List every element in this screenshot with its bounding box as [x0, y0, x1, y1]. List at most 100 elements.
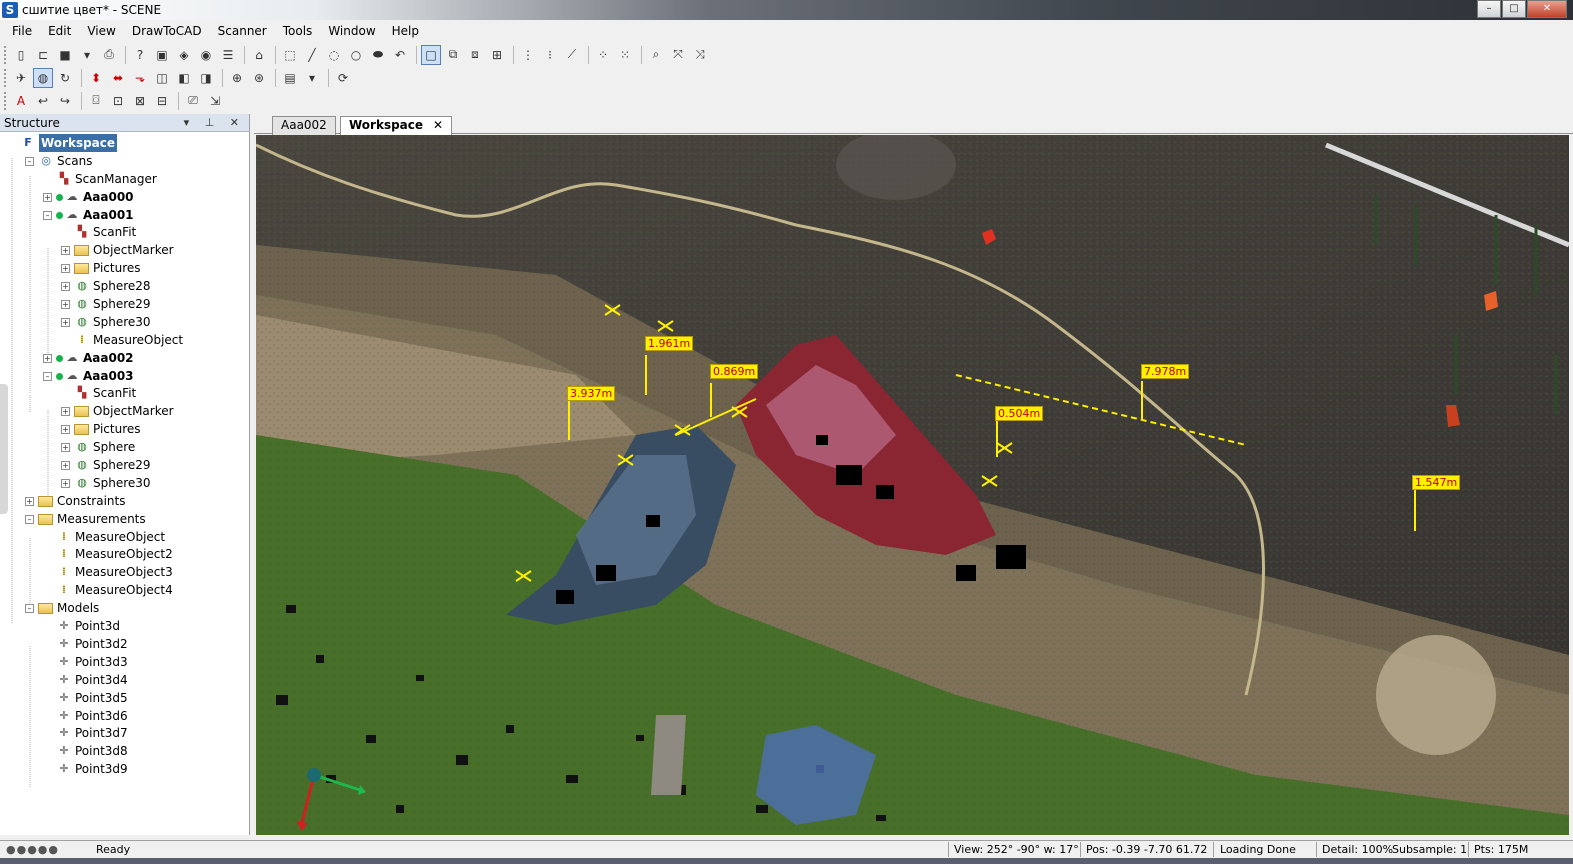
step-forward-icon[interactable]: ↪ — [55, 91, 75, 111]
refresh-icon[interactable]: ⟳ — [333, 68, 353, 88]
tree-item-point3d[interactable]: ✛ Point3d9 — [0, 760, 249, 778]
image-view-icon[interactable]: ▣ — [152, 45, 172, 65]
expand-icon[interactable]: + — [43, 192, 52, 202]
expand-icon[interactable]: + — [61, 246, 70, 256]
menu-scanner[interactable]: Scanner — [210, 21, 275, 42]
menu-help[interactable]: Help — [384, 21, 427, 42]
expand-icon[interactable]: + — [61, 425, 70, 435]
collapse-icon[interactable]: – — [43, 371, 52, 381]
tree-item-measureobject[interactable]: ⁞ MeasureObject4 — [0, 581, 249, 599]
picture-search-icon[interactable]: ⊟ — [152, 91, 172, 111]
save-dropdown-icon[interactable]: ▾ — [77, 45, 97, 65]
walk-icon[interactable]: ↻ — [55, 68, 75, 88]
tree-item-measureobject[interactable]: ⁞ MeasureObject — [0, 528, 249, 546]
eye-icon[interactable]: ◉ — [196, 45, 216, 65]
measurement-label[interactable]: 0.504m — [995, 406, 1044, 421]
rect-select-icon[interactable]: ⬚ — [280, 45, 300, 65]
picture-icon[interactable]: ⊡ — [108, 91, 128, 111]
collapse-icon[interactable]: – — [43, 210, 52, 220]
toolbar-grip[interactable] — [4, 68, 7, 87]
tree-item-point3d[interactable]: ✛ Point3d2 — [0, 635, 249, 653]
print-icon[interactable]: ⎙ — [99, 45, 119, 65]
align-right-icon[interactable]: ⁝ — [540, 45, 560, 65]
align-icon[interactable]: ⋮ — [518, 45, 538, 65]
tree-item-point3d[interactable]: ✛ Point3d6 — [0, 707, 249, 725]
measure-icon[interactable]: ⟋ — [562, 45, 582, 65]
collapse-icon[interactable]: – — [25, 514, 34, 524]
tab-workspace[interactable]: Workspace ✕ — [340, 116, 453, 136]
layers-dropdown-icon[interactable]: ▾ — [302, 68, 322, 88]
expand-icon[interactable]: + — [43, 353, 52, 363]
camera-icon[interactable]: ⌼ — [86, 91, 106, 111]
single-view-icon[interactable]: □ — [421, 44, 441, 65]
tree-item-constraints[interactable]: + Constraints — [0, 492, 249, 510]
export-icon[interactable]: ⇲ — [205, 91, 225, 111]
tree-item-scanmanager[interactable]: ▚ ScanManager — [0, 170, 249, 188]
measurement-label[interactable]: 1.961m — [645, 336, 694, 351]
expand-icon[interactable]: + — [61, 407, 70, 417]
tab-aaa002[interactable]: Aaa002 — [272, 116, 336, 135]
list-icon[interactable]: ☰ — [218, 45, 238, 65]
tree-item-point3d[interactable]: ✛ Point3d4 — [0, 671, 249, 689]
expand-icon[interactable]: + — [61, 317, 70, 327]
pan-icon[interactable]: ⤧ — [668, 45, 688, 65]
expand-icon[interactable]: + — [61, 282, 70, 292]
view-top-icon[interactable]: ⬎ — [130, 68, 150, 88]
undo-select-icon[interactable]: ↶ — [390, 45, 410, 65]
help-icon[interactable]: ? — [130, 45, 150, 65]
measurement-label[interactable]: 7.978m — [1141, 364, 1190, 379]
close-button[interactable]: ✕ — [1527, 0, 1567, 18]
ellipse-select-icon[interactable]: ⬬ — [368, 45, 388, 65]
tree-item-point3d[interactable]: ✛ Point3d5 — [0, 689, 249, 707]
minimize-button[interactable]: – — [1477, 0, 1501, 18]
tree-item-sphere[interactable]: + ◍ Sphere29 — [0, 456, 249, 474]
collapse-icon[interactable]: – — [25, 156, 34, 166]
scan-navigate-icon[interactable]: ✈ — [11, 68, 31, 88]
expand-icon[interactable]: + — [61, 300, 70, 310]
tree-item-measureobject[interactable]: ⁞ MeasureObject — [0, 331, 249, 349]
tree-item-measurements[interactable]: – Measurements — [0, 510, 249, 528]
target-icon[interactable]: ⊛ — [249, 68, 269, 88]
cascade-view-icon[interactable]: ⧈ — [465, 45, 485, 65]
tree-item-measureobject[interactable]: ⁞ MeasureObject3 — [0, 563, 249, 581]
new-file-icon[interactable]: ▯ — [11, 45, 31, 65]
tree-item-scan[interactable]: – ☁ Aaa001 — [0, 206, 249, 224]
tree-item-sphere[interactable]: + ◍ Sphere29 — [0, 295, 249, 313]
tree-item-pictures[interactable]: + Pictures — [0, 420, 249, 438]
lasso-select-icon[interactable]: ◌ — [324, 45, 344, 65]
tree-item-sphere[interactable]: + ◍ Sphere — [0, 438, 249, 456]
cube-side-icon[interactable]: ◧ — [174, 68, 194, 88]
menu-view[interactable]: View — [79, 21, 123, 42]
menu-edit[interactable]: Edit — [40, 21, 79, 42]
points-icon[interactable]: ⁘ — [593, 45, 613, 65]
menu-drawtocad[interactable]: DrawToCAD — [124, 21, 210, 42]
expand-icon[interactable]: + — [61, 443, 70, 453]
tree-item-scan[interactable]: + ☁ Aaa002 — [0, 349, 249, 367]
3d-view-icon[interactable]: ◈ — [174, 45, 194, 65]
zoom-fit-icon[interactable]: ⊕ — [227, 68, 247, 88]
panel-resize-grip[interactable] — [0, 384, 8, 514]
tab-close-icon[interactable]: ✕ — [433, 118, 443, 132]
expand-icon[interactable]: + — [61, 264, 70, 274]
tree-item-scanfit[interactable]: ▚ ScanFit — [0, 384, 249, 402]
home-icon[interactable]: ⌂ — [249, 45, 269, 65]
tree-item-sphere[interactable]: + ◍ Sphere30 — [0, 474, 249, 492]
tree-item-point3d[interactable]: ✛ Point3d — [0, 617, 249, 635]
point-cloud-viewport[interactable]: 1.961m 0.869m 3.937m 7.978m 0.504m 1.547… — [256, 135, 1569, 835]
expand-icon[interactable]: + — [61, 461, 70, 471]
menu-tools[interactable]: Tools — [275, 21, 321, 42]
cluster-icon[interactable]: ⁙ — [615, 45, 635, 65]
panel-header-buttons[interactable]: ▾ ⊥ ✕ — [184, 114, 245, 132]
picture-edit-icon[interactable]: ⊠ — [130, 91, 150, 111]
menu-file[interactable]: File — [4, 21, 40, 42]
tree-item-sphere[interactable]: + ◍ Sphere30 — [0, 313, 249, 331]
tree-item-point3d[interactable]: ✛ Point3d7 — [0, 724, 249, 742]
tree-item-point3d[interactable]: ✛ Point3d3 — [0, 653, 249, 671]
annotation-icon[interactable]: A — [11, 91, 31, 111]
tree-item-measureobject[interactable]: ⁞ MeasureObject2 — [0, 545, 249, 563]
tree-item-objectmarker[interactable]: + ObjectMarker — [0, 402, 249, 420]
view-front-icon[interactable]: ⬍ — [86, 68, 106, 88]
tree-item-sphere[interactable]: + ◍ Sphere28 — [0, 277, 249, 295]
layers-icon[interactable]: ▤ — [280, 68, 300, 88]
circle-select-icon[interactable]: ○ — [346, 45, 366, 65]
